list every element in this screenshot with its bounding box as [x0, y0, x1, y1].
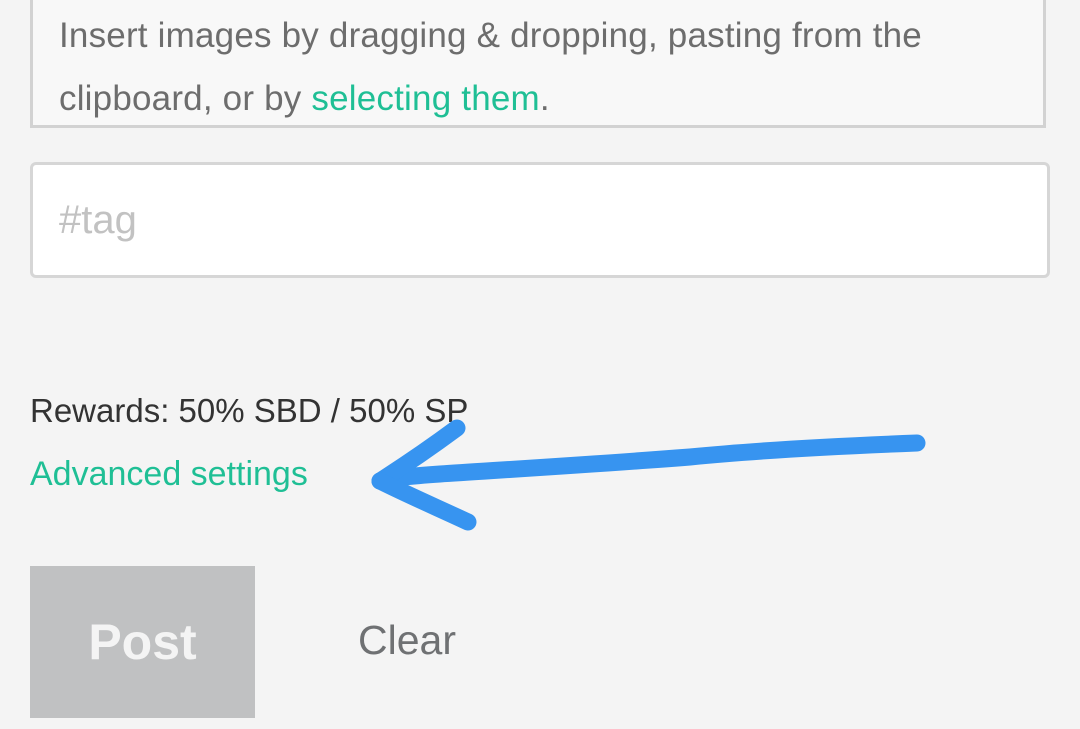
arrow-head-lower: [371, 472, 477, 531]
arrow-shaft: [371, 434, 926, 490]
rewards-label: Rewards: 50% SBD / 50% SP: [30, 392, 469, 429]
image-dropzone[interactable]: Insert images by dragging & dropping, pa…: [30, 0, 1046, 128]
tag-input[interactable]: [30, 162, 1050, 278]
advanced-settings-link[interactable]: Advanced settings: [30, 455, 308, 494]
arrow-head-upper: [371, 419, 466, 490]
dropzone-period: .: [539, 79, 550, 118]
select-images-link[interactable]: selecting them: [311, 79, 539, 118]
post-editor: Insert images by dragging & dropping, pa…: [0, 0, 1080, 729]
post-button[interactable]: Post: [30, 566, 255, 718]
clear-button[interactable]: Clear: [330, 600, 484, 680]
